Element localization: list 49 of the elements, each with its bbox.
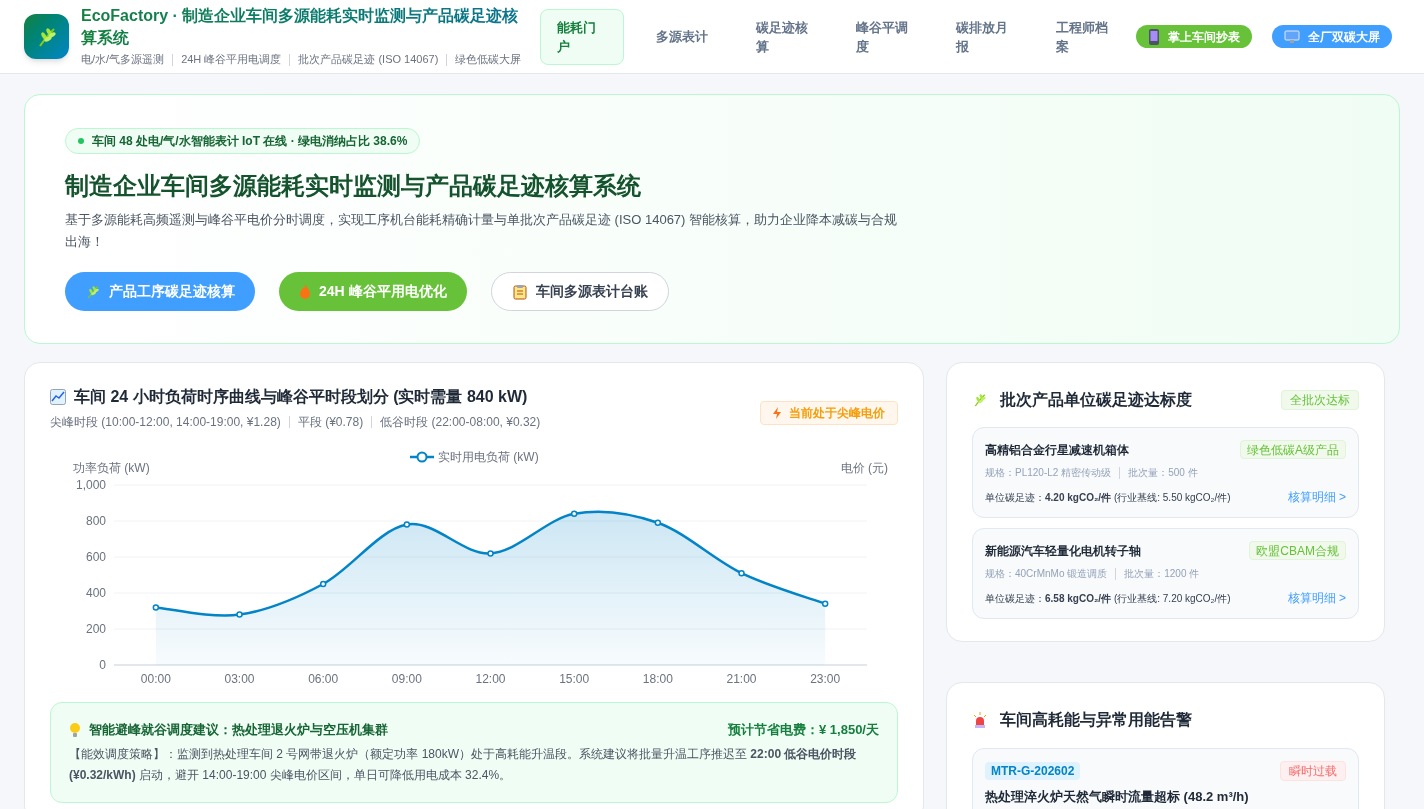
product-name: 新能源汽车轻量化电机转子轴 (985, 542, 1141, 560)
product-name: 高精铝合金行星减速机箱体 (985, 441, 1129, 459)
subtitle-tag: 24H 峰谷平用电调度 (181, 51, 282, 68)
advice-text: 【能效调度策略】：监测到热处理车间 2 号网带退火炉（额定功率 180kW）处于高耗能升温段。系统建议将批量升温工序推迟至 22:00 低谷电价时段 (¥0.32/kWh) 启动，避开 14:00-19:00 尖峰电价区间，单日可降低用电成本 32.4%。 (69, 745, 858, 784)
subtitle-tag: 电/水/气多源遥测 (81, 51, 165, 68)
panel-title: 车间高耗能与异常用能告警 (1000, 710, 1192, 730)
axis-tick-label: 1,000 (75, 478, 106, 492)
footprint-value: 单位碳足迹：6.58 kgCO₂/件 (行业基线: 7.20 kgCO₂/件) (985, 591, 1231, 606)
panel-title: 批次产品单位碳足迹达标度 (1000, 390, 1192, 410)
period-label: 低谷时段 (22:00-08:00, ¥0.32) (380, 414, 541, 431)
axis-tick-label: 200 (85, 622, 106, 636)
axis-tick-label: 00:00 (140, 672, 171, 686)
period-label: 平段 (¥0.78) (297, 414, 364, 431)
saving-amount: 预计节省电费：¥ 1,850/天 (728, 721, 879, 739)
product-tag: 欧盟CBAM合规 (1249, 541, 1346, 560)
hero-description: 基于多源能耗高频遥测与峰谷平电价分时调度，实现工序机台能耗精确计量与单批次产品碳足迹 (ISO 14067) 智能核算，助力企业降本减碳与合规出海！ (65, 211, 899, 251)
alert-tag: 瞬时过载 (1280, 761, 1346, 781)
advice-title: 智能避峰就谷调度建议：热处理退火炉与空压机集群 (89, 721, 388, 739)
product-tag: 绿色低碳A级产品 (1240, 440, 1346, 459)
axis-tick-label: 0 (99, 658, 106, 672)
axis-tick-label: 800 (85, 514, 106, 528)
axis-tick-label: 15:00 (559, 672, 590, 686)
subtitle-tag: 批次产品碳足迹 (ISO 14067) (298, 51, 439, 68)
product-spec: 规格：PL120-L2 精密传动级 (985, 466, 1112, 480)
peak-price-badge: 当前处于尖峰电价 (760, 401, 898, 425)
batch-size: 批次量：1200 件 (1124, 567, 1200, 581)
product-spec: 规格：40CrMnMo 锻造调质 (985, 567, 1108, 581)
footprint-value: 单位碳足迹：4.20 kgCO₂/件 (行业基线: 5.50 kgCO₂/件) (985, 490, 1231, 505)
axis-tick-label: 06:00 (308, 672, 339, 686)
alert-title: 热处理淬火炉天然气瞬时流量超标 (48.2 m³/h) (985, 788, 1250, 806)
status-tag: 全批次达标 (1281, 390, 1359, 410)
legend-label: 实时用电负荷 (kW) (438, 449, 539, 466)
hero-title: 制造企业车间多源能耗实时监测与产品碳足迹核算系统 (65, 171, 642, 201)
axis-tick-label: 400 (85, 586, 106, 600)
axis-tick-label: 21:00 (726, 672, 757, 686)
period-label: 尖峰时段 (10:00-12:00, 14:00-19:00, ¥1.28) (50, 414, 281, 431)
y-axis-title: 功率负荷 (kW) (73, 460, 150, 477)
panel-title: 车间 24 小时负荷时序曲线与峰谷平时段划分 (实时需量 840 kW) (74, 387, 528, 407)
status-pill: 车间 48 处电/气/水智能表计 IoT 在线 · 绿电消纳占比 38.6% (65, 128, 421, 154)
meter-id: MTR-G-202602 (985, 762, 1081, 780)
axis-tick-label: 09:00 (391, 672, 422, 686)
y-axis-title: 电价 (元) (840, 460, 888, 477)
axis-tick-label: 600 (85, 550, 106, 564)
axis-tick-label: 03:00 (224, 672, 255, 686)
axis-tick-label: 18:00 (642, 672, 673, 686)
axis-tick-label: 23:00 (810, 672, 841, 686)
axis-tick-label: 12:00 (475, 672, 506, 686)
batch-size: 批次量：500 件 (1128, 466, 1198, 480)
subtitle-tag: 绿色低碳大屏 (455, 51, 522, 68)
